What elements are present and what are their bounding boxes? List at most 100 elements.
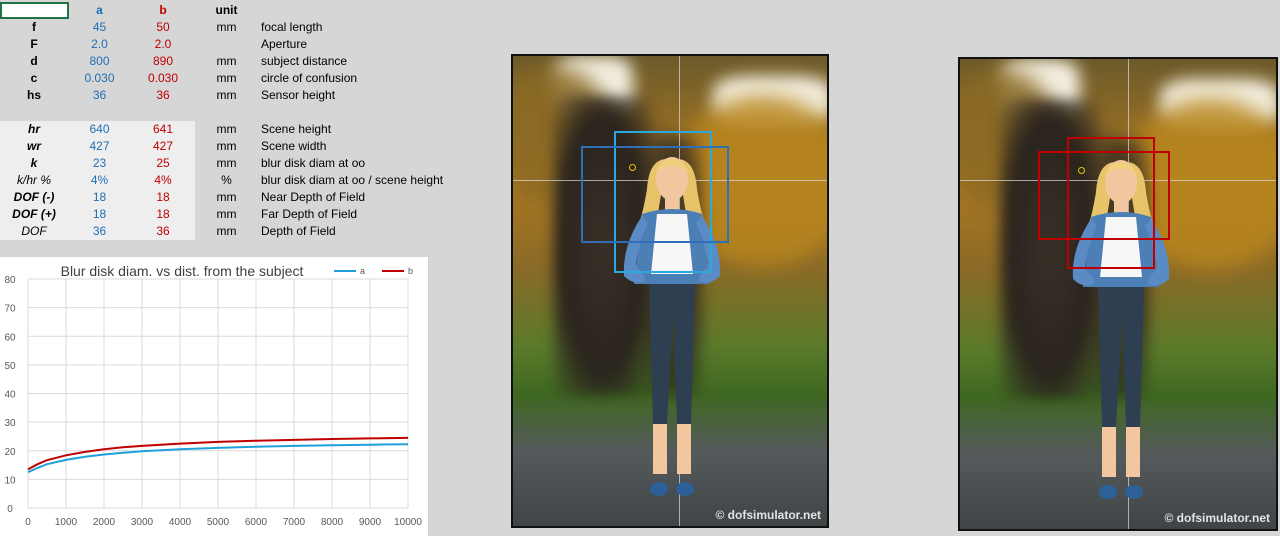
x-tick-label: 1000 [55,517,78,528]
param-key-cell[interactable]: F [0,36,68,53]
value-b-cell[interactable]: 50 [131,19,195,36]
description-cell[interactable]: subject distance [258,53,458,70]
description-cell[interactable]: Scene height [258,121,458,138]
description-cell[interactable]: Scene width [258,138,458,155]
selected-cell[interactable] [0,2,69,19]
description-cell[interactable]: Aperture [258,36,458,53]
chart-canvas: Blur disk diam. vs dist. from the subjec… [4,263,422,528]
value-b-cell[interactable]: 2.0 [131,36,195,53]
param-key-cell[interactable]: c [0,70,68,87]
param-key-cell[interactable]: DOF (-) [0,189,68,206]
unit-cell[interactable]: % [195,172,258,189]
value-b-cell[interactable]: 18 [131,206,195,223]
value-b-cell[interactable]: 36 [131,87,195,104]
column-divider [900,0,901,536]
value-b-cell[interactable]: 641 [131,121,195,138]
header-unit: unit [215,3,238,17]
unit-cell[interactable]: mm [195,121,258,138]
chart-grid [27,278,409,509]
unit-cell[interactable]: mm [195,189,258,206]
y-tick-label: 20 [4,447,16,458]
x-tick-label: 0 [25,517,31,528]
blur-disk-chart[interactable]: Blur disk diam. vs dist. from the subjec… [0,257,429,536]
param-key-cell[interactable]: hs [0,87,68,104]
column-divider [836,0,837,536]
y-tick-label: 70 [4,304,16,315]
watermark: © dofsimulator.net [715,508,821,522]
unit-cell[interactable]: mm [195,70,258,87]
value-a-cell[interactable]: 640 [68,121,131,138]
param-key-cell[interactable]: f [0,19,68,36]
param-key-cell[interactable]: k/hr % [0,172,68,189]
value-a-cell[interactable]: 18 [68,206,131,223]
description-cell[interactable]: blur disk diam at oo [258,155,458,172]
circle-of-confusion-marker [1078,167,1085,174]
param-key-cell[interactable]: DOF [0,223,68,240]
unit-cell[interactable]: mm [195,138,258,155]
y-tick-label: 30 [4,418,16,429]
header-a: a [96,3,103,17]
x-tick-label: 7000 [283,517,306,528]
description-cell[interactable]: focal length [258,19,458,36]
legend-label-a: a [360,266,365,276]
x-tick-label: 10000 [394,517,422,528]
description-cell[interactable]: circle of confusion [258,70,458,87]
value-a-cell[interactable]: 4% [68,172,131,189]
x-tick-label: 2000 [93,517,116,528]
value-a-cell[interactable]: 36 [68,223,131,240]
value-a-cell[interactable]: 800 [68,53,131,70]
value-b-cell[interactable]: 890 [131,53,195,70]
photo-preview-b: © dofsimulator.net [958,57,1278,531]
x-tick-label: 8000 [321,517,344,528]
unit-cell[interactable]: mm [195,19,258,36]
value-b-cell[interactable]: 36 [131,223,195,240]
param-key-cell[interactable]: d [0,53,68,70]
value-b-cell[interactable]: 4% [131,172,195,189]
photo-preview-a: © dofsimulator.net [511,54,829,528]
param-key-cell[interactable]: hr [0,121,68,138]
value-b-cell[interactable]: 0.030 [131,70,195,87]
description-cell[interactable]: Far Depth of Field [258,206,458,223]
y-tick-label: 80 [4,275,16,286]
unit-cell[interactable]: mm [195,206,258,223]
y-tick-label: 60 [4,332,16,343]
description-cell[interactable]: Depth of Field [258,223,458,240]
unit-cell[interactable]: mm [195,53,258,70]
header-b: b [159,3,167,17]
value-a-cell[interactable]: 2.0 [68,36,131,53]
x-tick-label: 6000 [245,517,268,528]
value-a-cell[interactable]: 45 [68,19,131,36]
y-tick-label: 10 [4,475,16,486]
y-tick-label: 0 [7,504,13,515]
value-b-cell[interactable]: 18 [131,189,195,206]
param-key-cell[interactable]: k [0,155,68,172]
value-a-cell[interactable]: 36 [68,87,131,104]
value-a-cell[interactable]: 0.030 [68,70,131,87]
circle-of-confusion-marker [629,164,636,171]
value-b-cell[interactable]: 427 [131,138,195,155]
unit-cell[interactable]: mm [195,87,258,104]
description-cell[interactable]: Near Depth of Field [258,189,458,206]
y-tick-label: 40 [4,390,16,401]
chart-title: Blur disk diam. vs dist. from the subjec… [61,263,304,279]
legend-label-b: b [408,266,413,276]
unit-cell[interactable]: mm [195,223,258,240]
value-a-cell[interactable]: 427 [68,138,131,155]
watermark: © dofsimulator.net [1164,511,1270,525]
chart-legend: ab [334,266,413,276]
unit-cell[interactable]: mm [195,155,258,172]
value-a-cell[interactable]: 23 [68,155,131,172]
description-cell[interactable]: Sensor height [258,87,458,104]
value-a-cell[interactable]: 18 [68,189,131,206]
description-cell[interactable]: blur disk diam at oo / scene height [258,172,458,189]
x-tick-label: 5000 [207,517,230,528]
value-b-cell[interactable]: 25 [131,155,195,172]
x-tick-label: 9000 [359,517,382,528]
x-axis-ticks: 0 1000 2000 3000 4000 5000 6000 7000 8000 9000 100… [25,517,422,528]
param-key-cell[interactable]: DOF (+) [0,206,68,223]
y-axis-ticks: 0 10 20 30 40 50 60 70 80 [4,275,16,515]
x-tick-label: 4000 [169,517,192,528]
unit-cell[interactable] [195,36,258,53]
y-tick-label: 50 [4,361,16,372]
param-key-cell[interactable]: wr [0,138,68,155]
